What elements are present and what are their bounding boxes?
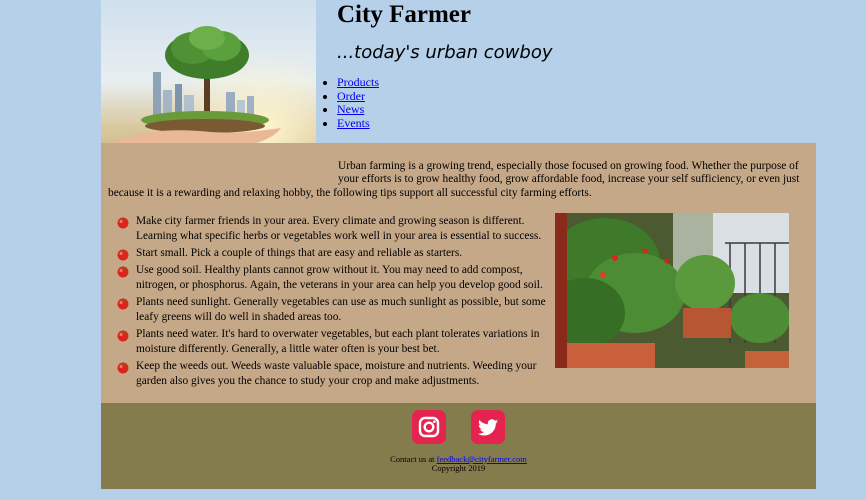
instagram-icon [418,416,440,438]
tip-item: Plants need sunlight. Generally vegetabl… [115,295,547,325]
main-content: Urban farming is a growing trend, especi… [101,143,816,403]
tip-text: Use good soil. Healthy plants cannot gro… [136,264,543,291]
tip-item: Plants need water. It's hard to overwate… [115,327,547,357]
nav-item-order: Order [337,89,379,104]
instagram-button[interactable] [412,410,446,444]
tip-text: Keep the weeds out. Weeds waste valuable… [136,360,537,387]
site-footer: Contact us at feedback@cityfarmer.com Co… [101,403,816,489]
nav-item-products: Products [337,75,379,90]
tip-item: Start small. Pick a couple of things tha… [115,246,547,261]
nav-link-order[interactable]: Order [337,89,365,103]
tip-item: Keep the weeds out. Weeds waste valuable… [115,359,547,389]
site-tagline: ...today's urban cowboy [337,42,553,63]
nav-item-news: News [337,102,379,117]
nav-link-events[interactable]: Events [337,116,370,130]
tip-text: Plants need sunlight. Generally vegetabl… [136,296,546,323]
intro-paragraph: Urban farming is a growing trend, especi… [108,160,800,200]
contact-prefix: Contact us at [390,454,435,464]
site-title: City Farmer [337,1,471,28]
tip-text: Plants need water. It's hard to overwate… [136,328,540,355]
garden-photo-tomato-plants [555,213,789,368]
tomato-icon [117,330,129,342]
twitter-icon [477,419,498,436]
copyright: Copyright 2019 [431,463,486,473]
tip-item: Make city farmer friends in your area. E… [115,214,547,244]
main-nav: Products Order News Events [324,75,379,131]
nav-link-news[interactable]: News [337,102,364,116]
tomato-icon [117,249,129,261]
tip-text: Make city farmer friends in your area. E… [136,215,542,242]
tip-text: Start small. Pick a couple of things tha… [136,247,463,259]
site-header: City Farmer ...today's urban cowboy Prod… [337,0,816,143]
tomato-icon [117,217,129,229]
tips-list: Make city farmer friends in your area. E… [115,214,547,391]
tomato-icon [117,362,129,374]
tip-item: Use good soil. Healthy plants cannot gro… [115,263,547,293]
twitter-button[interactable] [471,410,505,444]
tomato-icon [117,298,129,310]
nav-link-products[interactable]: Products [337,75,379,89]
page: City Farmer ...today's urban cowboy Prod… [101,0,816,489]
nav-item-events: Events [337,116,379,131]
footer-text: Contact us at feedback@cityfarmer.com Co… [101,455,816,473]
tomato-icon [117,266,129,278]
